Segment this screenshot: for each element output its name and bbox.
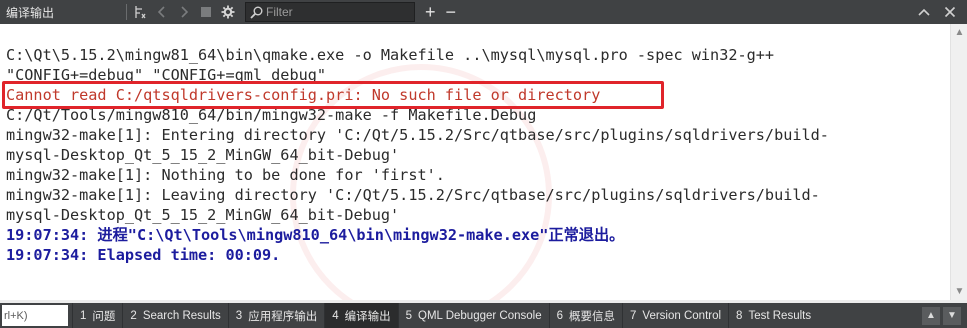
error-highlight-box [2,81,664,109]
close-icon[interactable] [941,3,959,21]
filter-input[interactable] [266,5,396,19]
back-icon[interactable] [153,3,171,21]
output-lines: C:\Qt\5.15.2\mingw81_64\bin\qmake.exe -o… [6,45,829,265]
tab-number: 8 [736,309,743,322]
tab-number: 1 [80,309,87,322]
output-tab-2[interactable]: 2 Search Results [122,303,227,328]
clean-icon[interactable] [131,3,149,21]
output-tab-4[interactable]: 4 编译输出 [324,303,398,328]
pane-up-icon[interactable]: ▲ [922,306,940,325]
remove-button[interactable]: − [446,2,457,23]
tab-label: 问题 [92,310,116,323]
tab-number: 4 [332,309,339,322]
tab-label: Version Control [642,309,722,322]
output-pane-tabbar: rl+K) 1 问题 2 Search Results 3 应用程序输出 4 编译输出 5 QML… [0,303,967,328]
settings-icon[interactable] [219,3,237,21]
forward-icon[interactable] [175,3,193,21]
tab-label: Test Results [748,309,812,322]
tab-number: 6 [556,309,564,322]
output-line: mysql-Desktop_Qt_5_15_2_MinGW_64_bit-Deb… [6,146,400,164]
search-icon [250,6,263,19]
tab-number: 7 [630,309,637,322]
toolbar-divider [126,4,127,20]
tab-number: 3 [235,309,243,322]
pane-title: 编译输出 [6,5,55,20]
output-tab-5[interactable]: 5 QML Debugger Console [397,303,549,328]
tab-number: 2 [130,309,137,322]
output-tab-1[interactable]: 1 问题 [72,303,122,328]
scroll-down-icon[interactable]: ▼ [951,283,967,300]
tab-label: Search Results [142,309,221,322]
output-tab-6[interactable]: 6 概要信息 [548,303,622,328]
output-tab-8[interactable]: 8 Test Results [728,303,818,328]
output-tab-3[interactable]: 3 应用程序输出 [227,303,324,328]
output-tabs: 1 问题 2 Search Results 3 应用程序输出 4 编译输出 5 QML Debug… [72,303,818,328]
tab-number: 5 [405,309,413,322]
output-pane-toolbar: 编译输出 + − [0,0,967,24]
tab-label: 编译输出 [344,310,391,323]
status-line: 19:07:34: Elapsed time: 00:09. [6,246,281,264]
stop-icon[interactable] [197,3,215,21]
tab-label: QML Debugger Console [418,309,542,322]
status-line: 19:07:34: 进程"C:\Qt\Tools\mingw810_64\bin… [6,226,625,244]
add-button[interactable]: + [425,2,436,23]
scroll-up-icon[interactable]: ▲ [951,24,967,41]
output-line: mingw32-make[1]: Nothing to be done for … [6,166,445,184]
locator-input[interactable]: rl+K) [2,305,68,326]
output-line: mysql-Desktop_Qt_5_15_2_MinGW_64_bit-Deb… [6,206,400,224]
output-line: C:\Qt\5.15.2\mingw81_64\bin\qmake.exe -o… [6,46,775,64]
output-line: mingw32-make[1]: Leaving directory 'C:/Q… [6,186,820,204]
output-tab-7[interactable]: 7 Version Control [622,303,728,328]
expand-icon[interactable] [915,3,933,21]
compile-output-area[interactable]: C:\Qt\5.15.2\mingw81_64\bin\qmake.exe -o… [0,24,950,300]
output-line: mingw32-make[1]: Entering directory 'C:/… [6,126,829,144]
tab-label: 应用程序输出 [248,310,318,323]
tab-label: 概要信息 [569,310,616,323]
vertical-scrollbar[interactable]: ▲ ▼ [950,24,967,300]
pane-down-icon[interactable]: ▼ [943,306,961,325]
filter-field[interactable] [245,2,415,22]
